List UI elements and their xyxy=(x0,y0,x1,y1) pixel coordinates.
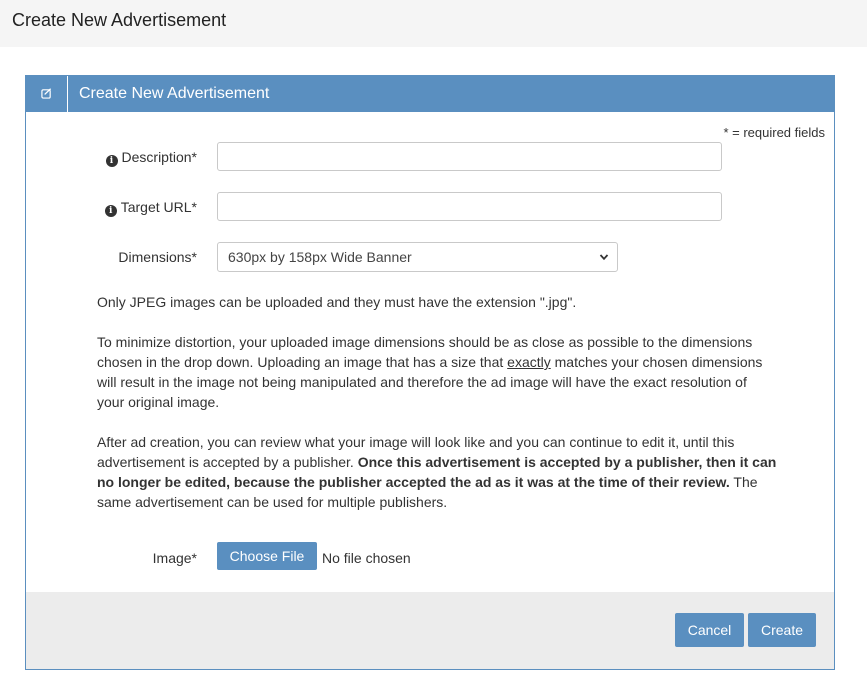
help-text-jpeg: Only JPEG images can be uploaded and the… xyxy=(97,294,577,310)
panel-footer: Cancel Create xyxy=(26,592,834,669)
target-url-label-text: Target URL* xyxy=(120,199,197,215)
create-ad-panel: Create New Advertisement * = required fi… xyxy=(25,75,835,670)
choose-file-button[interactable]: Choose File xyxy=(217,542,317,570)
dimensions-label: Dimensions* xyxy=(118,249,197,265)
description-label-text: Description* xyxy=(121,149,197,165)
edit-square-icon xyxy=(41,88,52,99)
help-text-dimensions: To minimize distortion, your uploaded im… xyxy=(97,332,777,412)
chevron-down-icon xyxy=(599,254,609,261)
target-url-label: i Target URL* xyxy=(104,199,197,217)
info-icon[interactable]: i xyxy=(105,155,118,167)
page-header: Create New Advertisement xyxy=(0,0,867,47)
dimensions-selected-value: 630px by 158px Wide Banner xyxy=(228,249,412,265)
description-input[interactable] xyxy=(217,142,722,171)
panel-heading-icon-box xyxy=(26,76,68,112)
create-button[interactable]: Create xyxy=(748,613,816,647)
page-title: Create New Advertisement xyxy=(12,10,227,30)
image-label: Image* xyxy=(152,550,197,566)
dimensions-select[interactable]: 630px by 158px Wide Banner xyxy=(217,242,618,272)
info-icon[interactable]: i xyxy=(104,205,117,217)
file-status: No file chosen xyxy=(322,550,411,566)
help-text-emphasis: exactly xyxy=(507,354,551,370)
cancel-button[interactable]: Cancel xyxy=(675,613,744,647)
panel-title: Create New Advertisement xyxy=(79,85,270,102)
required-fields-note: * = required fields xyxy=(723,125,825,140)
help-text-review: After ad creation, you can review what y… xyxy=(97,432,777,512)
description-label: i Description* xyxy=(105,149,197,167)
panel-heading: Create New Advertisement xyxy=(26,76,834,112)
target-url-input[interactable] xyxy=(217,192,722,221)
